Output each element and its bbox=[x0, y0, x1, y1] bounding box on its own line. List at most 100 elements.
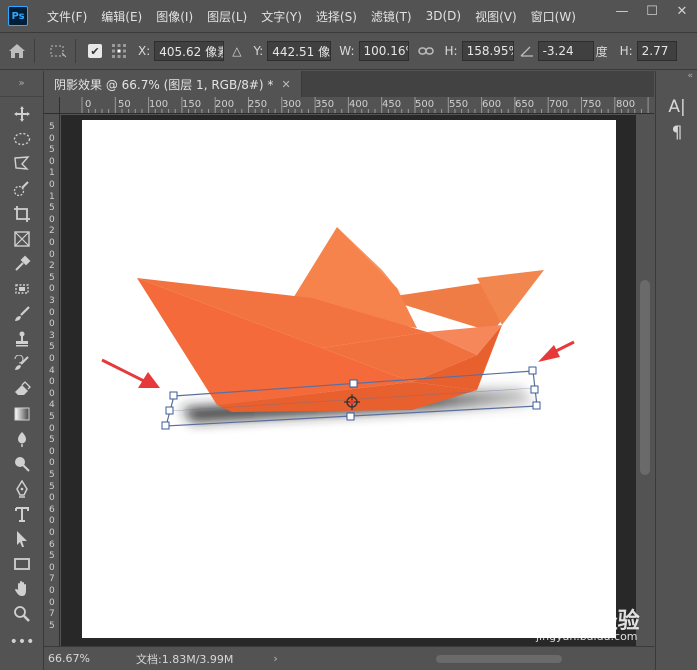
ruler-label: 6 bbox=[49, 539, 55, 550]
right-panel-dock: « A| ¶ bbox=[655, 71, 697, 670]
ruler-label: 0 bbox=[49, 249, 55, 260]
home-icon[interactable] bbox=[6, 40, 28, 62]
eraser-tool-icon[interactable] bbox=[10, 378, 34, 400]
status-expand-arrow[interactable]: › bbox=[273, 652, 277, 665]
patch-tool-icon[interactable] bbox=[10, 278, 34, 300]
ruler-label: 0 bbox=[85, 99, 92, 110]
height-input[interactable]: 158.95% bbox=[461, 41, 514, 61]
x-input[interactable]: 405.62 像素 bbox=[154, 41, 225, 61]
zoom-tool-icon[interactable] bbox=[10, 603, 34, 625]
paragraph-panel-icon[interactable]: ¶ bbox=[664, 121, 690, 145]
menu-file[interactable]: 文件(F) bbox=[40, 8, 94, 25]
link-icon[interactable] bbox=[415, 40, 437, 62]
ruler-label: 150 bbox=[182, 99, 202, 110]
ruler-label: 0 bbox=[49, 446, 55, 457]
close-tab-icon[interactable]: ✕ bbox=[281, 78, 290, 91]
ruler-label: 5 bbox=[49, 551, 55, 562]
zoom-level[interactable]: 66.67% bbox=[48, 652, 118, 665]
rectangle-tool-icon[interactable] bbox=[10, 553, 34, 575]
ruler-label: 5 bbox=[49, 620, 55, 631]
canvas-area[interactable] bbox=[61, 115, 636, 646]
history-brush-icon[interactable] bbox=[10, 353, 34, 375]
horizontal-scroll-thumb[interactable] bbox=[436, 655, 562, 663]
ruler-label: 0 bbox=[49, 586, 55, 596]
menu-3d[interactable]: 3D(D) bbox=[419, 9, 468, 23]
ruler-label: 350 bbox=[315, 99, 335, 110]
ruler-label: 0 bbox=[49, 214, 55, 225]
character-panel-icon[interactable]: A| bbox=[664, 95, 690, 119]
h-skew-input[interactable]: 2.77 bbox=[636, 41, 677, 61]
blur-tool-icon[interactable] bbox=[10, 428, 34, 450]
gradient-tool-icon[interactable] bbox=[10, 403, 34, 425]
hand-tool-icon[interactable] bbox=[10, 578, 34, 600]
ruler-label: 5 bbox=[49, 203, 55, 214]
x-label: X: bbox=[138, 44, 151, 58]
ruler-label: 400 bbox=[349, 99, 369, 110]
document-tab-title: 阴影效果 @ 66.7% (图层 1, RGB/8#) * bbox=[54, 77, 274, 92]
ruler-label: 1 bbox=[49, 191, 55, 202]
collapse-toolbar-icon[interactable]: » bbox=[0, 71, 43, 97]
polygonal-lasso-icon[interactable] bbox=[10, 153, 34, 175]
separator bbox=[75, 39, 76, 63]
ruler-label: 3 bbox=[49, 330, 55, 341]
collapse-panel-icon[interactable]: « bbox=[656, 71, 697, 85]
ruler-label: 300 bbox=[282, 99, 302, 110]
angle-input[interactable]: -3.24 bbox=[537, 41, 594, 61]
y-input[interactable]: 442.51 像素 bbox=[267, 41, 332, 61]
clone-stamp-icon[interactable] bbox=[10, 328, 34, 350]
ruler-label: 5 bbox=[49, 481, 55, 492]
ruler-label: 0 bbox=[49, 180, 55, 190]
horizontal-ruler[interactable]: 0 50 100 150 200 250 300 350 400 450 500… bbox=[60, 97, 654, 114]
ruler-label: 250 bbox=[248, 99, 268, 110]
ruler-label: 600 bbox=[482, 99, 502, 110]
elliptical-marquee-icon[interactable] bbox=[10, 128, 34, 150]
status-bar: 66.67% 文档:1.83M/3.99M › bbox=[44, 646, 654, 670]
more-tools-icon[interactable]: ••• bbox=[10, 631, 35, 653]
ruler-label: 5 bbox=[49, 122, 55, 132]
frame-tool-icon[interactable] bbox=[10, 228, 34, 250]
document-tab[interactable]: 阴影效果 @ 66.7% (图层 1, RGB/8#) * ✕ bbox=[44, 71, 302, 97]
menu-edit[interactable]: 编辑(E) bbox=[94, 8, 149, 25]
close-window-button[interactable]: ✕ bbox=[667, 0, 697, 22]
pen-tool-icon[interactable] bbox=[10, 478, 34, 500]
crop-tool-icon[interactable] bbox=[10, 203, 34, 225]
menu-window[interactable]: 窗口(W) bbox=[524, 8, 583, 25]
menu-select[interactable]: 选择(S) bbox=[309, 8, 364, 25]
ruler-origin[interactable] bbox=[44, 97, 60, 114]
ruler-label: 100 bbox=[149, 99, 169, 110]
width-input[interactable]: 100.16% bbox=[358, 41, 409, 61]
eyedropper-icon[interactable] bbox=[10, 253, 34, 275]
vertical-scroll-thumb[interactable] bbox=[640, 280, 650, 475]
ruler-label: 50 bbox=[118, 99, 131, 110]
maximize-button[interactable]: ☐ bbox=[637, 0, 667, 22]
menu-layer[interactable]: 图层(L) bbox=[200, 8, 254, 25]
vertical-scrollbar[interactable] bbox=[636, 115, 654, 646]
menu-image[interactable]: 图像(I) bbox=[149, 8, 200, 25]
quick-selection-icon[interactable] bbox=[10, 178, 34, 200]
type-tool-icon[interactable] bbox=[10, 503, 34, 525]
path-selection-icon[interactable] bbox=[10, 528, 34, 550]
ruler-label: 4 bbox=[49, 400, 55, 411]
vertical-ruler[interactable]: 5050101502002503003504004505005506006507… bbox=[44, 114, 60, 646]
ruler-label: 0 bbox=[49, 516, 55, 527]
transform-marquee-icon[interactable] bbox=[47, 40, 69, 62]
menu-filter[interactable]: 滤镜(T) bbox=[364, 8, 419, 25]
reference-point-checkbox[interactable]: ✔ bbox=[88, 44, 102, 58]
ruler-label: 0 bbox=[49, 423, 55, 434]
ruler-label: 0 bbox=[49, 388, 55, 399]
delta-icon[interactable]: △ bbox=[232, 44, 241, 58]
window-controls: — ☐ ✕ bbox=[607, 0, 697, 22]
document-info[interactable]: 文档:1.83M/3.99M bbox=[136, 651, 233, 667]
y-label: Y: bbox=[253, 44, 264, 58]
menu-type[interactable]: 文字(Y) bbox=[254, 8, 309, 25]
move-tool-icon[interactable] bbox=[10, 103, 34, 125]
menu-view[interactable]: 视图(V) bbox=[468, 8, 524, 25]
reference-point-grid-icon[interactable] bbox=[108, 40, 130, 62]
document-canvas[interactable] bbox=[82, 120, 616, 638]
brush-tool-icon[interactable] bbox=[10, 303, 34, 325]
ruler-label: 2 bbox=[49, 226, 55, 237]
minimize-button[interactable]: — bbox=[607, 0, 637, 22]
ruler-label: 0 bbox=[49, 377, 55, 388]
ruler-label: 0 bbox=[49, 597, 55, 608]
dodge-tool-icon[interactable] bbox=[10, 453, 34, 475]
